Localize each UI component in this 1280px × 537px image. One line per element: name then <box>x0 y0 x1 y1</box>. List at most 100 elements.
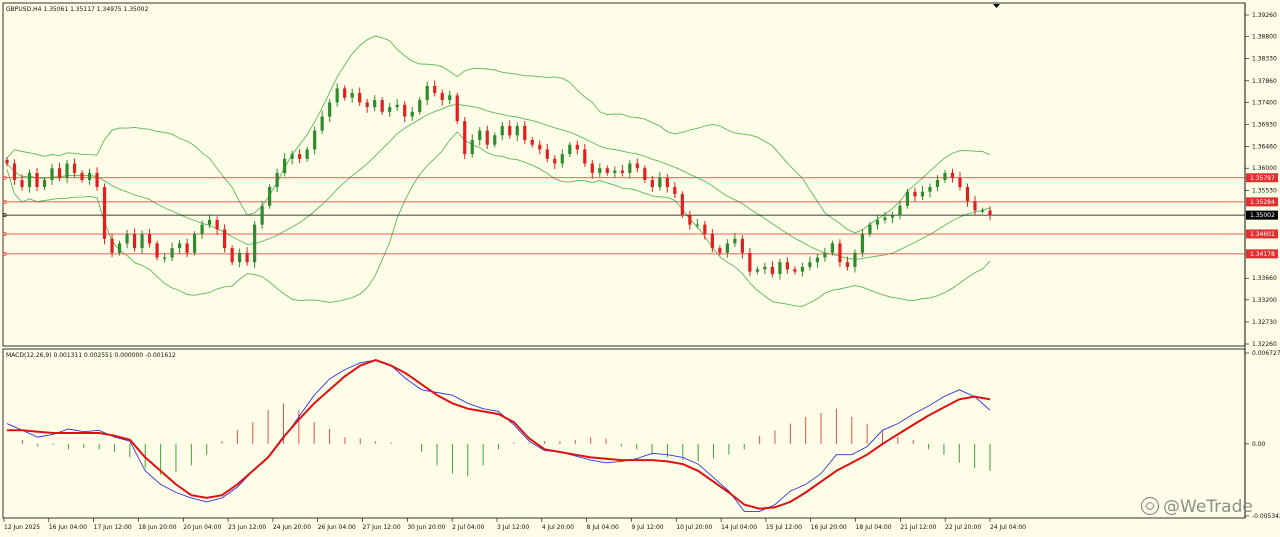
candle-body <box>815 257 820 263</box>
candle-body <box>755 269 759 272</box>
candle-body <box>470 140 474 155</box>
candle-body <box>568 144 572 155</box>
candle-body <box>117 243 122 253</box>
candle-body <box>50 168 54 180</box>
price-tag-label: 1.35284 <box>1250 199 1275 206</box>
candle-body <box>80 172 84 180</box>
candle-body <box>380 100 384 112</box>
candle-body <box>950 172 955 178</box>
candle-body <box>703 224 707 235</box>
macd-axis-label: -0.005342 <box>1252 513 1280 520</box>
candle-body <box>725 243 729 253</box>
time-axis-label: 4 Jul 20:00 <box>542 524 574 531</box>
candle-body <box>140 234 144 249</box>
candle-body <box>590 163 594 173</box>
candle-body <box>425 85 429 101</box>
macd-axis-label: 0.00 <box>1252 441 1266 448</box>
candle-body <box>635 163 639 169</box>
time-axis-label: 23 Jun 12:00 <box>228 524 266 531</box>
candle-body <box>793 269 797 272</box>
price-axis-label: 1.33200 <box>1252 297 1277 304</box>
candle-body <box>200 224 204 235</box>
chart-canvas[interactable]: 1.35797 1.35284 1.35002 1.34601 1.34178 1.39… <box>0 0 1280 537</box>
candle-body <box>418 100 422 112</box>
candle-body <box>433 85 437 94</box>
macd-indicator <box>6 359 991 512</box>
candle-body <box>253 224 257 263</box>
price-tag-label: 1.35797 <box>1250 175 1275 182</box>
candle-body <box>785 262 789 270</box>
macd-panel-header: MACD(12,26,9) 0.001311 0.002551 0.000000… <box>6 352 176 359</box>
candle-body <box>973 201 977 211</box>
candle-body <box>740 238 744 253</box>
candle-body <box>898 205 902 216</box>
candle-body <box>620 170 624 173</box>
candlesticks <box>5 80 992 280</box>
candle-body <box>350 93 354 98</box>
candle-body <box>628 163 632 173</box>
macd-signal-line <box>7 359 991 510</box>
candle-body <box>320 116 324 131</box>
candle-body <box>328 102 332 117</box>
price-axis-label: 1.38330 <box>1252 56 1277 63</box>
candle-body <box>72 163 77 173</box>
candle-body <box>530 140 534 145</box>
candle-body <box>920 191 925 197</box>
candle-body <box>268 187 272 206</box>
time-axis: 12 Jun 2025 16 Jun 04:00 17 Jun 12:00 18 Ju… <box>3 518 1026 531</box>
candle-body <box>155 243 159 258</box>
candle-body <box>125 234 129 244</box>
candle-body <box>275 172 279 188</box>
candle-body <box>87 172 92 180</box>
candle-body <box>853 252 857 267</box>
candle-body <box>935 179 940 188</box>
time-axis-label: 18 Jul 04:00 <box>856 524 892 531</box>
price-tag-label: 1.34601 <box>1250 231 1275 238</box>
time-axis-label: 24 Jul 04:00 <box>990 524 1026 531</box>
price-axis-label: 1.32260 <box>1252 341 1277 348</box>
candle-body <box>845 262 850 267</box>
candle-body <box>560 154 564 164</box>
candle-body <box>245 252 249 263</box>
candle-body <box>365 102 369 108</box>
price-axis-label: 1.35530 <box>1252 187 1277 194</box>
candle-body <box>718 248 722 253</box>
candle-body <box>770 266 774 274</box>
candle-body <box>673 187 677 195</box>
chart-shift-marker-icon[interactable] <box>993 4 1000 8</box>
time-axis-label: 16 Jun 04:00 <box>49 524 87 531</box>
candle-body <box>448 95 452 101</box>
candle-body <box>958 177 962 188</box>
candle-body <box>132 234 137 249</box>
candle-body <box>463 121 467 155</box>
time-axis-label: 18 Jun 20:00 <box>138 524 176 531</box>
watermark-text: @WeTrade <box>1163 497 1253 517</box>
candle-body <box>868 224 872 235</box>
candle-body <box>485 130 489 145</box>
time-axis-label: 15 Jul 12:00 <box>766 524 802 531</box>
candle-body <box>523 125 527 141</box>
candle-body <box>875 219 880 225</box>
candle-body <box>838 243 842 263</box>
chart-window[interactable]: 1.35797 1.35284 1.35002 1.34601 1.34178 1.39… <box>0 0 1280 537</box>
candle-body <box>230 248 234 263</box>
time-axis-label: 12 Jun 2025 <box>4 524 40 531</box>
candle-body <box>800 266 805 272</box>
candle-body <box>35 172 39 188</box>
candle-body <box>710 234 714 249</box>
bollinger-bands <box>6 35 991 307</box>
candle-body <box>575 144 579 150</box>
candle-body <box>980 210 985 212</box>
time-axis-label: 2 Jul 04:00 <box>452 524 484 531</box>
candle-body <box>605 168 609 173</box>
candle-body <box>583 149 587 164</box>
time-axis-label: 24 Jun 20:00 <box>273 524 311 531</box>
candle-body <box>27 172 32 188</box>
candle-body <box>335 88 339 103</box>
candle-body <box>778 262 782 274</box>
price-axis-label: 1.39260 <box>1252 12 1277 19</box>
candle-body <box>403 104 407 117</box>
candle-body <box>110 238 114 253</box>
time-axis-label: 3 Jul 12:00 <box>497 524 529 531</box>
candle-body <box>493 135 497 145</box>
